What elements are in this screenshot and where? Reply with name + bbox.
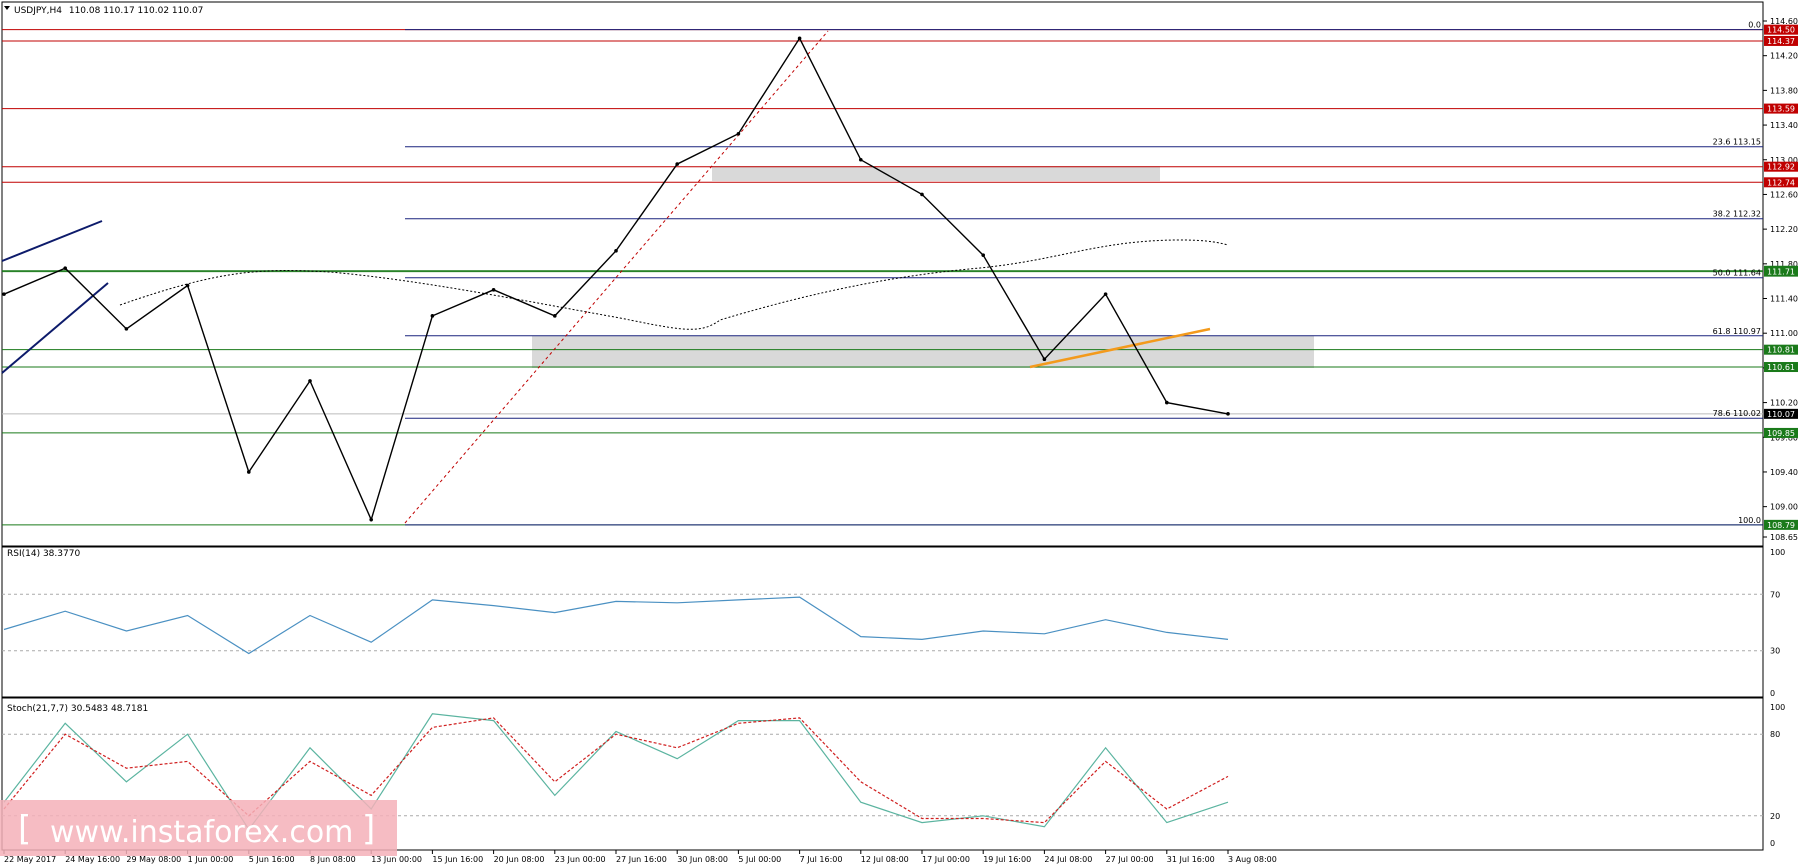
stoch-title: Stoch(21,7,7) 30.5483 48.7181 — [7, 704, 148, 714]
stoch-axis-label: 80 — [1770, 730, 1780, 739]
price-point — [920, 192, 924, 197]
rsi-panel — [1, 546, 1764, 698]
resistance-tag-label: 114.37 — [1767, 37, 1795, 46]
price-point — [736, 131, 741, 136]
watermark-bracket-right: ] — [362, 809, 375, 849]
fib-label: 61.8 110.97 — [1713, 327, 1761, 336]
time-axis-label: 29 May 08:00 — [126, 855, 181, 864]
price-point — [675, 162, 679, 166]
time-axis-label: 20 Jun 08:00 — [494, 855, 545, 864]
usdjpy-chart: 0.0 23.6 113.15 38.2 112.32 50.0 111.64 61.8… — [0, 1, 1798, 864]
price-axis-label: 112.60 — [1770, 190, 1798, 199]
price-point — [553, 314, 557, 318]
price-point — [308, 379, 312, 383]
time-axis-label: 17 Jul 00:00 — [922, 855, 970, 864]
time-axis-label: 19 Jul 16:00 — [983, 855, 1031, 864]
price-point — [2, 292, 6, 296]
time-axis-label: 23 Jun 00:00 — [555, 855, 606, 864]
fib-label: 0.0 — [1748, 21, 1761, 30]
price-axis-label: 113.80 — [1770, 86, 1798, 95]
time-axis-label: 31 Jul 16:00 — [1167, 855, 1215, 864]
time-axis-label: 8 Jun 08:00 — [310, 855, 356, 864]
price-axis-label: 111.40 — [1770, 295, 1798, 304]
fib-label: 38.2 112.32 — [1713, 210, 1761, 219]
price-point — [247, 470, 251, 474]
support-tag-label: 110.81 — [1767, 346, 1795, 355]
price-point — [1042, 357, 1047, 362]
price-point — [491, 288, 496, 292]
watermark-text: www.instaforex.com — [50, 815, 353, 850]
price-point — [430, 314, 435, 318]
support-tag-label: 109.85 — [1767, 429, 1795, 438]
price-point — [1165, 400, 1169, 405]
price-point — [1103, 292, 1108, 296]
time-axis-label: 15 Jun 16:00 — [432, 855, 483, 864]
price-axis-label: 108.65 — [1770, 533, 1798, 542]
time-axis-label: 13 Jun 00:00 — [371, 855, 422, 864]
fib-label: 100.0 — [1738, 516, 1761, 525]
time-axis-label: 30 Jun 08:00 — [677, 855, 728, 864]
resistance-tag-label: 114.50 — [1767, 26, 1795, 35]
rsi-axis-label: 0 — [1770, 689, 1775, 698]
price-axis-label: 112.20 — [1770, 225, 1798, 234]
chart-title: USDJPY,H4 110.08 110.17 110.02 110.07 — [14, 6, 203, 16]
watermark-bracket-left: [ — [18, 809, 31, 849]
price-axis-label: 114.60 — [1770, 17, 1798, 26]
resistance-tag-label: 112.92 — [1767, 163, 1795, 172]
price-axis-label: 113.40 — [1770, 121, 1798, 130]
price-point — [124, 327, 129, 331]
time-axis-label: 12 Jul 08:00 — [861, 855, 909, 864]
fib-label: 78.6 110.02 — [1713, 409, 1761, 418]
time-axis-label: 1 Jun 00:00 — [188, 855, 234, 864]
price-point — [369, 517, 374, 522]
time-axis-label: 5 Jul 00:00 — [738, 855, 781, 864]
price-point — [63, 266, 67, 270]
time-axis-label: 27 Jun 16:00 — [616, 855, 667, 864]
current-price-tag-label: 110.07 — [1767, 410, 1795, 419]
rsi-title: RSI(14) 38.3770 — [7, 549, 80, 559]
price-point — [859, 157, 863, 162]
price-point — [797, 36, 802, 41]
time-axis-label: 22 May 2017 — [4, 855, 56, 864]
resistance-tag-label: 113.59 — [1767, 105, 1795, 114]
price-panel — [1, 1, 1764, 547]
resistance-zone — [712, 166, 1160, 181]
time-axis-label: 27 Jul 00:00 — [1106, 855, 1154, 864]
price-axis-label: 114.20 — [1770, 52, 1798, 61]
support-tag-label: 108.79 — [1767, 521, 1795, 530]
fib-label: 50.0 111.64 — [1713, 269, 1761, 278]
support-tag-label: 110.61 — [1767, 363, 1795, 372]
fib-label: 23.6 113.15 — [1713, 138, 1761, 147]
time-axis-label: 3 Aug 08:00 — [1228, 855, 1277, 864]
rsi-axis-label: 100 — [1770, 548, 1785, 557]
price-axis-label: 109.00 — [1770, 503, 1798, 512]
price-axis-label: 110.20 — [1770, 399, 1798, 408]
support-tag-label: 111.71 — [1767, 268, 1795, 277]
time-axis-label: 24 May 16:00 — [65, 855, 120, 864]
time-axis-label: 7 Jul 16:00 — [800, 855, 843, 864]
price-point — [185, 283, 190, 288]
stoch-axis-label: 0 — [1770, 839, 1775, 848]
price-axis-label: 111.00 — [1770, 329, 1798, 338]
stoch-axis-label: 20 — [1770, 812, 1780, 821]
time-axis-label: 5 Jun 16:00 — [249, 855, 295, 864]
stoch-axis-label: 100 — [1770, 703, 1785, 712]
price-point — [1226, 412, 1230, 416]
rsi-axis-label: 30 — [1770, 647, 1780, 656]
rsi-axis-label: 70 — [1770, 590, 1780, 599]
support-zone — [532, 336, 1314, 368]
price-axis-label: 109.40 — [1770, 468, 1798, 477]
price-point — [981, 253, 985, 257]
watermark: [ www.instaforex.com ] — [0, 800, 397, 856]
price-point — [614, 249, 618, 253]
time-axis-label: 24 Jul 08:00 — [1044, 855, 1092, 864]
resistance-tag-label: 112.74 — [1767, 178, 1795, 187]
